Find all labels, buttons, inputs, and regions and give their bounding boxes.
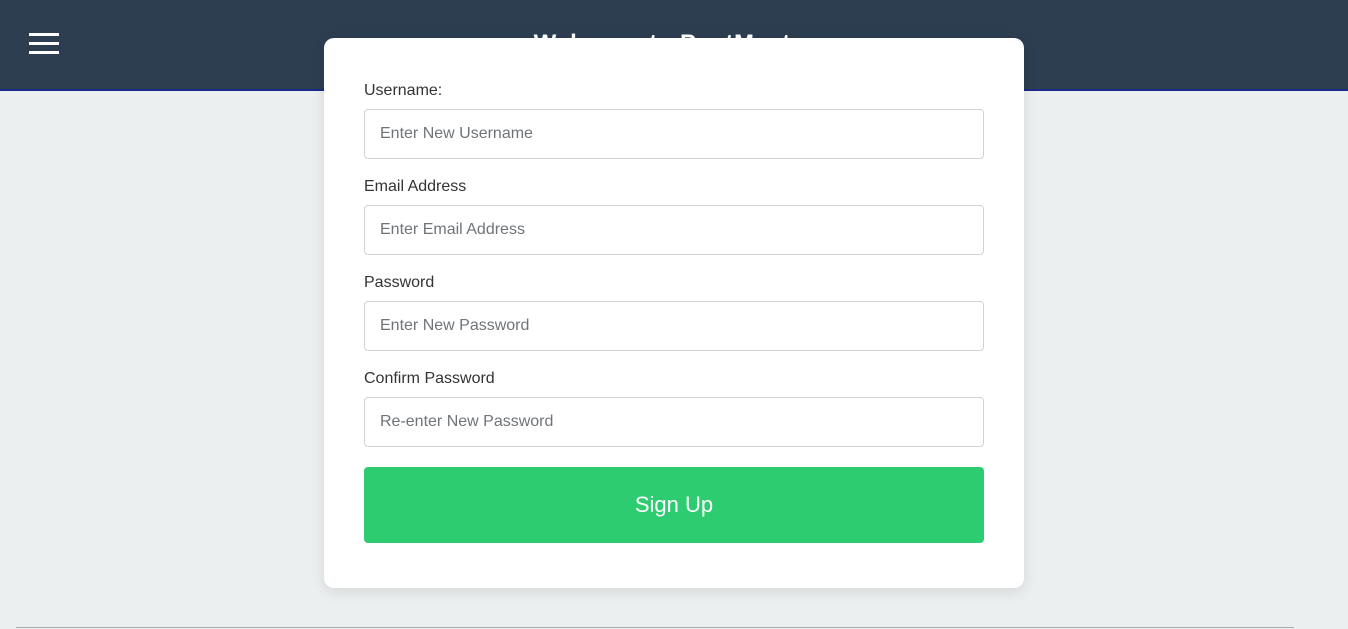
- confirm-password-input[interactable]: [364, 397, 984, 447]
- username-label: Username:: [364, 82, 443, 99]
- sign-up-button[interactable]: Sign Up: [364, 467, 984, 543]
- footer-divider: [16, 627, 1294, 628]
- confirm-password-label: Confirm Password: [364, 370, 495, 387]
- password-input[interactable]: [364, 301, 984, 351]
- password-label: Password: [364, 274, 435, 291]
- signup-card: Username: Email Address Password Confirm…: [324, 38, 1024, 588]
- email-input[interactable]: [364, 205, 984, 255]
- username-input[interactable]: [364, 109, 984, 159]
- email-label: Email Address: [364, 178, 467, 195]
